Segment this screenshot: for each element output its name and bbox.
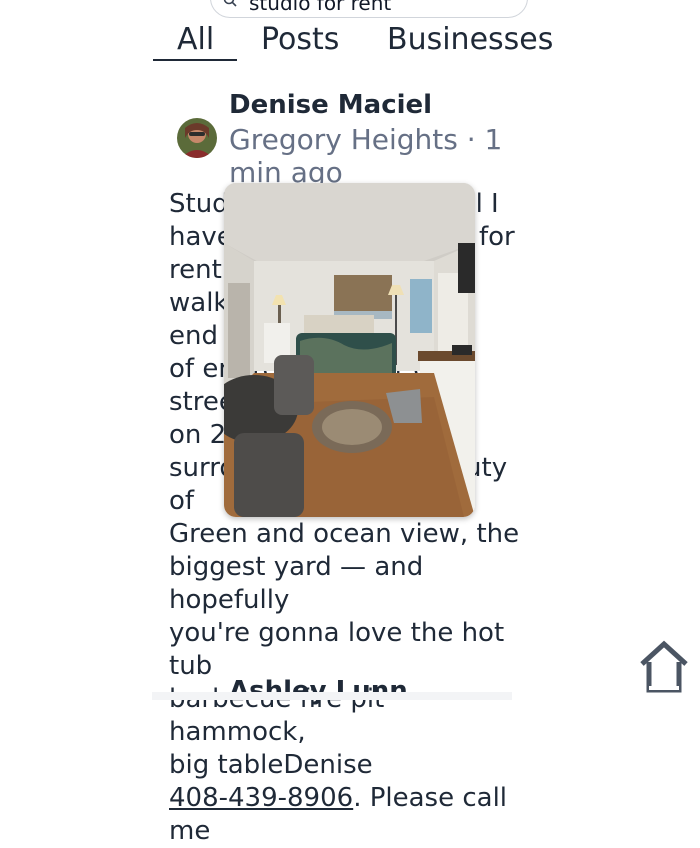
post-body-line: big tableDenise bbox=[169, 750, 373, 780]
post-author-name[interactable]: Denise Maciel bbox=[229, 90, 432, 120]
phone-link[interactable]: 408-439-8906 bbox=[169, 783, 353, 813]
next-post-author-name[interactable]: Ashley Lunn bbox=[229, 676, 408, 706]
post-body-text: . Please call bbox=[353, 783, 508, 813]
home-icon[interactable] bbox=[636, 638, 692, 694]
search-icon bbox=[223, 0, 237, 7]
post-body-line: biggest yard — and hopefully bbox=[169, 552, 424, 615]
active-tab-indicator bbox=[153, 59, 237, 61]
tab-all[interactable]: All bbox=[177, 22, 214, 57]
tab-posts[interactable]: Posts bbox=[261, 22, 339, 57]
next-post-strip bbox=[152, 692, 512, 700]
post-body-line: you're gonna love the hot tub bbox=[169, 618, 505, 681]
post-photo[interactable] bbox=[224, 183, 475, 517]
post-body-line: Green and ocean view, the bbox=[169, 519, 520, 549]
tab-businesses[interactable]: Businesses bbox=[387, 22, 553, 57]
back-arrow-icon[interactable]: ‹ bbox=[170, 0, 190, 5]
post-body-line: me bbox=[169, 816, 211, 846]
post-body-line: 408-439-8906. Please call bbox=[169, 782, 529, 815]
avatar[interactable] bbox=[177, 118, 217, 158]
search-query: studio for rent bbox=[249, 0, 392, 15]
search-input[interactable]: studio for rent bbox=[210, 0, 528, 18]
post-meta: Gregory Heights · 1 min ago bbox=[229, 123, 503, 189]
